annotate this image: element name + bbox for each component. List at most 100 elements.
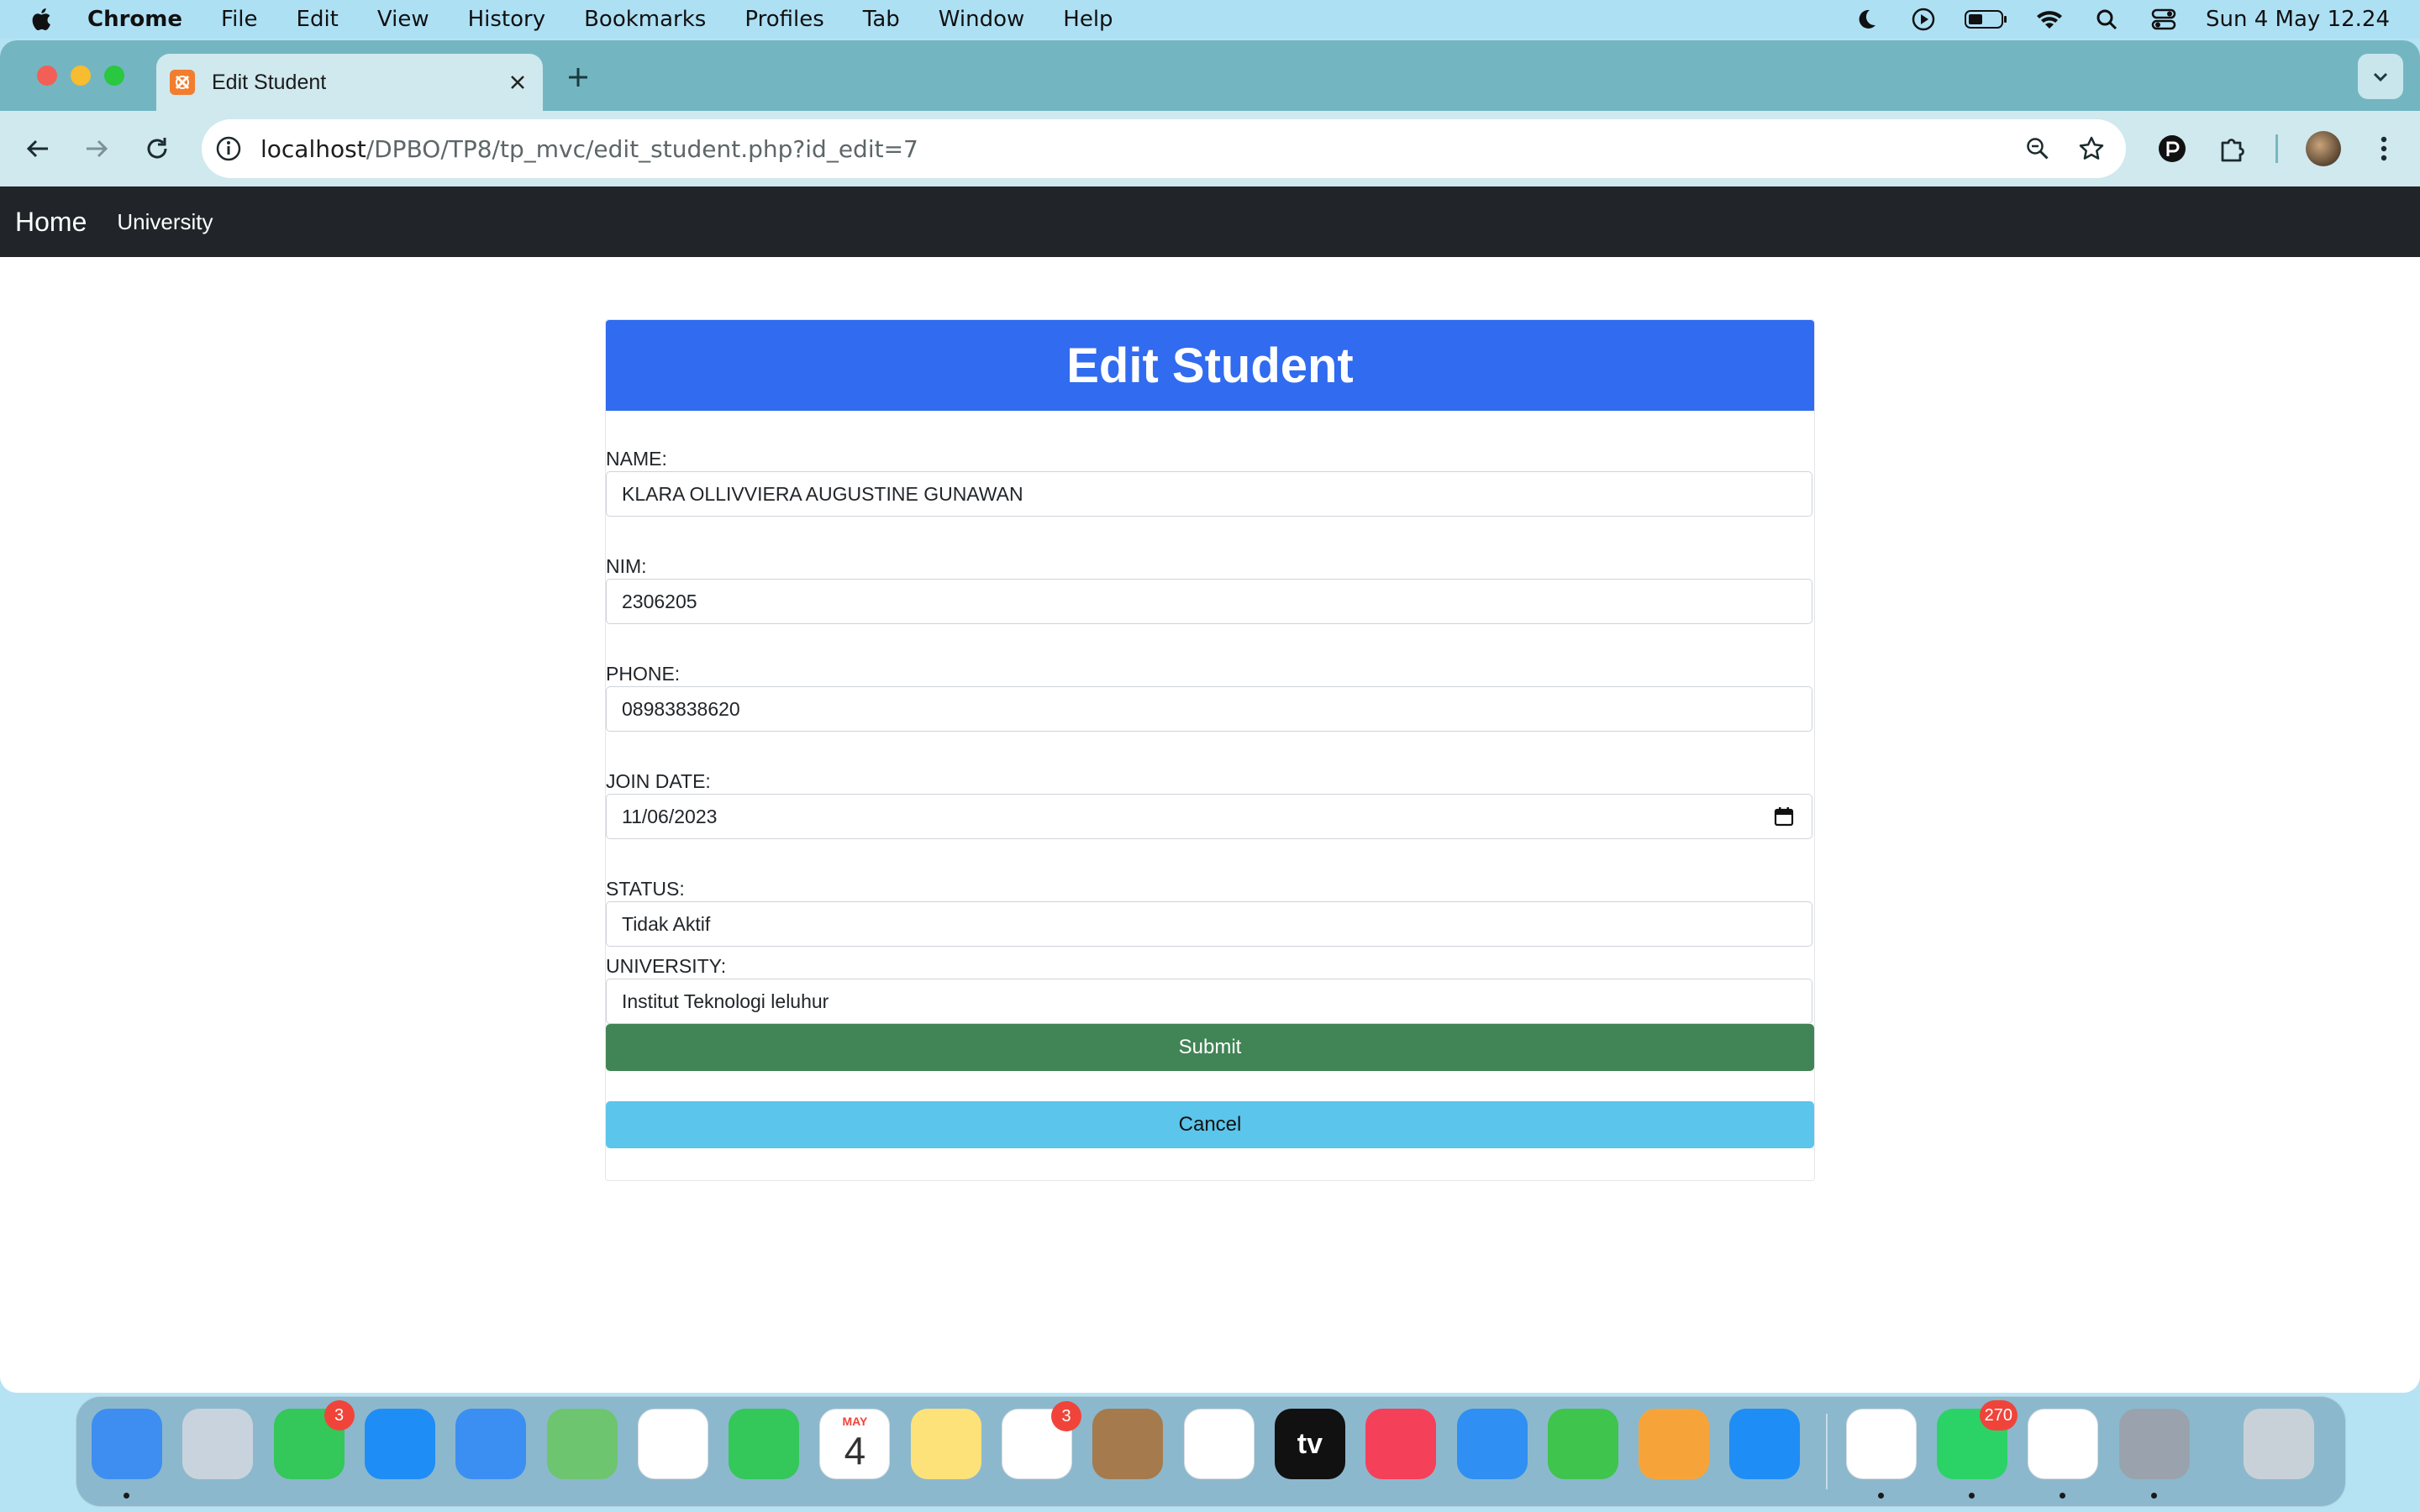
nav-university-link[interactable]: University — [117, 209, 213, 235]
notification-badge: 3 — [1051, 1401, 1081, 1431]
menu-help[interactable]: Help — [1063, 7, 1113, 32]
zoom-window-button[interactable] — [104, 66, 124, 86]
profile-avatar[interactable] — [2306, 131, 2341, 166]
menu-clock[interactable]: Sun 4 May 12.24 — [2206, 7, 2390, 32]
university-label: UNIVERSITY: — [606, 955, 727, 977]
search-icon[interactable] — [2090, 6, 2123, 33]
play-circle-icon[interactable] — [1907, 6, 1940, 33]
keynote-dock-icon[interactable] — [1456, 1409, 1528, 1479]
menu-bar: Chrome File Edit View History Bookmarks … — [0, 0, 2420, 39]
nav-home-link[interactable]: Home — [15, 207, 87, 238]
notes-dock-icon[interactable] — [910, 1409, 981, 1479]
xampp-favicon-icon — [170, 70, 195, 95]
messages-dock-icon[interactable]: 3 — [273, 1400, 355, 1479]
name-value: KLARA OLLIVVIERA AUGUSTINE GUNAWAN — [622, 482, 1023, 505]
menu-edit[interactable]: Edit — [297, 7, 339, 32]
calendar-month: MAY — [842, 1415, 868, 1428]
new-tab-button[interactable] — [561, 60, 595, 94]
tab-title: Edit Student — [212, 70, 327, 94]
menu-history[interactable]: History — [468, 7, 546, 32]
whatsapp-dock-icon[interactable]: 270 — [1937, 1400, 2018, 1479]
apple-tv-dock-icon[interactable]: tv — [1274, 1409, 1345, 1479]
notification-badge: 270 — [1979, 1400, 2018, 1431]
running-indicator — [1969, 1493, 1975, 1499]
nim-input[interactable]: 2306205 — [606, 579, 1812, 624]
url-path: /DPBO/TP8/tp_mvc/edit_student.php?id_edi… — [366, 134, 918, 163]
music-dock-icon[interactable] — [1365, 1409, 1437, 1479]
calendar-day: 4 — [844, 1429, 866, 1473]
mail-dock-icon[interactable] — [455, 1409, 527, 1479]
trash-dock-icon[interactable] — [2243, 1409, 2314, 1479]
finder-dock-icon[interactable] — [92, 1409, 162, 1479]
nim-label: NIM: — [606, 555, 647, 577]
wifi-icon[interactable] — [2033, 6, 2066, 33]
site-info-icon[interactable] — [213, 134, 244, 164]
menu-view[interactable]: View — [377, 7, 429, 32]
menu-bookmarks[interactable]: Bookmarks — [584, 7, 706, 32]
running-indicator — [124, 1493, 129, 1499]
facetime-dock-icon[interactable] — [729, 1409, 800, 1479]
control-center-icon[interactable] — [2147, 6, 2181, 33]
extensions-puzzle-icon[interactable] — [2213, 129, 2252, 168]
running-indicator — [1877, 1493, 1884, 1499]
apple-tv-label: tv — [1297, 1427, 1323, 1460]
safari-dock-icon[interactable] — [364, 1409, 435, 1479]
photos-dock-icon[interactable] — [637, 1409, 708, 1479]
reload-button[interactable] — [138, 129, 176, 168]
bookmark-star-icon[interactable] — [2072, 129, 2111, 168]
battery-icon[interactable] — [1964, 6, 2009, 33]
url-host: localhost — [260, 134, 366, 163]
phone-input[interactable]: 08983838620 — [606, 686, 1812, 732]
forward-button[interactable] — [77, 129, 116, 168]
maps-dock-icon[interactable] — [546, 1409, 618, 1479]
site-navbar: Home University — [0, 186, 2420, 257]
back-button[interactable] — [18, 129, 57, 168]
menu-tab[interactable]: Tab — [863, 7, 900, 32]
running-indicator — [2150, 1493, 2157, 1499]
zoom-icon[interactable] — [2018, 129, 2057, 168]
browser-window: Edit Student localhost/DPBO/TP8/tp_mvc/e… — [0, 40, 2420, 1393]
vscode-dock-icon[interactable] — [2028, 1409, 2099, 1479]
close-tab-icon[interactable] — [502, 67, 533, 97]
tab-strip: Edit Student — [0, 40, 2420, 111]
tab-edit-student[interactable]: Edit Student — [156, 54, 543, 111]
dock-separator — [1826, 1414, 1828, 1489]
close-window-button[interactable] — [37, 66, 57, 86]
pages-dock-icon[interactable] — [1639, 1409, 1710, 1479]
menu-file[interactable]: File — [221, 7, 258, 32]
calendar-dock-icon[interactable]: MAY 4 — [819, 1409, 891, 1479]
join-date-value: 11/06/2023 — [622, 805, 718, 827]
moon-icon[interactable] — [1849, 6, 1883, 33]
more-menu-icon[interactable] — [2365, 129, 2403, 168]
nim-value: 2306205 — [622, 590, 697, 612]
reminders-dock-icon[interactable]: 3 — [1002, 1401, 1081, 1479]
join-date-input[interactable]: 11/06/2023 — [606, 794, 1812, 839]
system-settings-dock-icon[interactable] — [2118, 1409, 2190, 1479]
status-select[interactable]: Tidak Aktif — [606, 901, 1812, 947]
name-input[interactable]: KLARA OLLIVVIERA AUGUSTINE GUNAWAN — [606, 471, 1812, 517]
cancel-button[interactable]: Cancel — [606, 1101, 1814, 1148]
menu-window[interactable]: Window — [939, 7, 1025, 32]
status-label: STATUS: — [606, 878, 685, 900]
extension-p-icon[interactable] — [2153, 129, 2191, 168]
freeform-dock-icon[interactable] — [1183, 1409, 1255, 1479]
calendar-icon[interactable] — [1771, 804, 1797, 829]
minimize-window-button[interactable] — [71, 66, 91, 86]
launchpad-dock-icon[interactable] — [182, 1409, 254, 1479]
contacts-dock-icon[interactable] — [1092, 1409, 1164, 1479]
menu-chrome[interactable]: Chrome — [87, 7, 182, 32]
numbers-dock-icon[interactable] — [1547, 1409, 1618, 1479]
apple-logo-icon[interactable] — [30, 6, 54, 33]
address-bar[interactable]: localhost/DPBO/TP8/tp_mvc/edit_student.p… — [202, 119, 2126, 178]
url-text[interactable]: localhost/DPBO/TP8/tp_mvc/edit_student.p… — [260, 135, 2018, 163]
status-value: Tidak Aktif — [622, 912, 711, 935]
chrome-dock-icon[interactable] — [1845, 1409, 1917, 1479]
app-store-dock-icon[interactable] — [1729, 1409, 1801, 1479]
tab-search-button[interactable] — [2358, 54, 2403, 99]
toolbar-divider — [2275, 134, 2278, 163]
running-indicator — [2060, 1493, 2066, 1499]
web-page: Home University Edit Student NAME: KLARA… — [0, 186, 2420, 1393]
menu-profiles[interactable]: Profiles — [744, 7, 823, 32]
university-select[interactable]: Institut Teknologi leluhur — [606, 979, 1812, 1024]
submit-button[interactable]: Submit — [606, 1024, 1814, 1071]
